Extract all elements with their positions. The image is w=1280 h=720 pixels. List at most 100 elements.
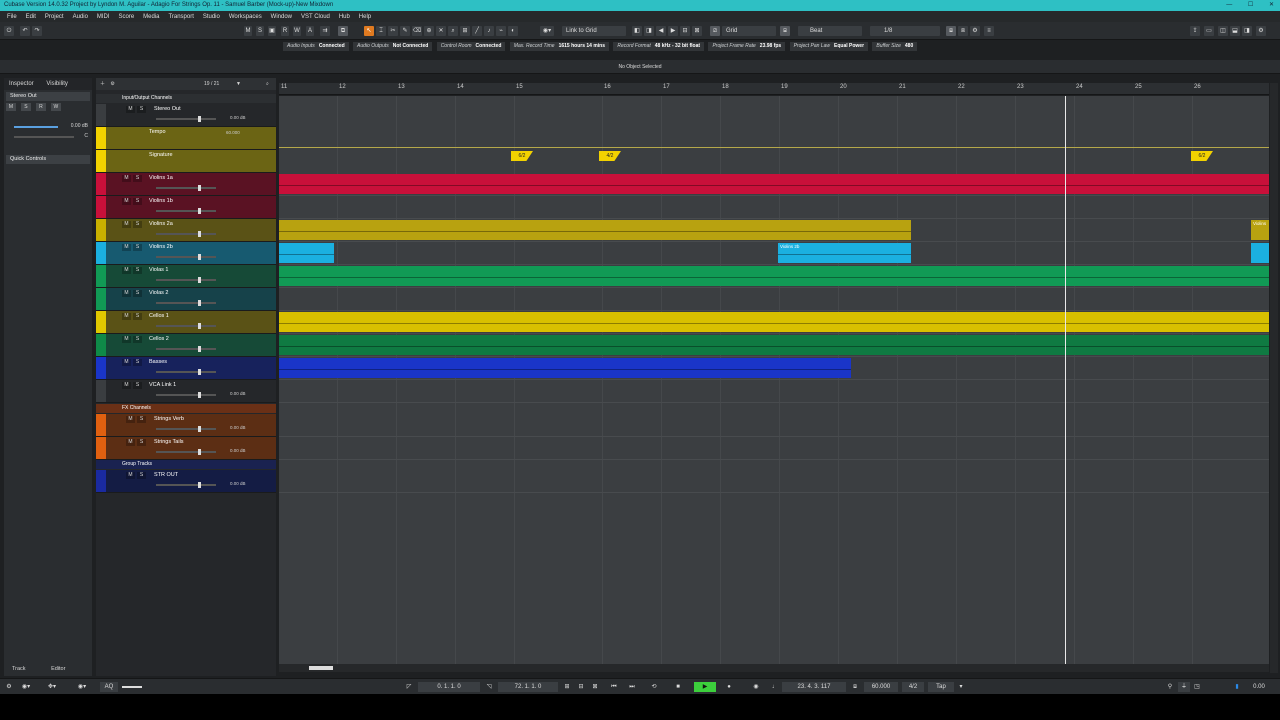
marker-icon-a[interactable]: ⊟: [680, 26, 690, 36]
solo-button[interactable]: S: [133, 198, 142, 205]
tap-tempo-button[interactable]: Tap: [928, 682, 954, 692]
maximize-icon[interactable]: ☐: [1248, 2, 1253, 8]
automation-icon[interactable]: ◉▾: [74, 682, 90, 692]
track-volume-fader[interactable]: [156, 300, 216, 306]
track-volume-fader[interactable]: [156, 254, 216, 260]
prev-icon[interactable]: ◀: [656, 26, 666, 36]
mute-button[interactable]: M: [122, 221, 131, 228]
object-select-tool-icon[interactable]: ↖: [364, 26, 374, 36]
menu-vst-cloud[interactable]: VST Cloud: [301, 14, 330, 20]
mute-button[interactable]: M: [126, 106, 135, 113]
range-tool-icon[interactable]: ⌶: [376, 26, 386, 36]
record-mode-icon[interactable]: ◉▾: [18, 682, 34, 692]
track-volume-fader[interactable]: [156, 277, 216, 283]
track-signature[interactable]: Signature: [96, 150, 276, 173]
menu-window[interactable]: Window: [271, 14, 292, 20]
track-violins-2a[interactable]: MS Violins 2a: [96, 219, 276, 242]
signature-marker[interactable]: 6/2: [1191, 151, 1213, 161]
midi-part[interactable]: [279, 243, 334, 263]
track-volume-fader[interactable]: [156, 323, 216, 329]
track-presets-icon[interactable]: ⚙: [110, 81, 114, 87]
solo-button[interactable]: S: [133, 336, 142, 343]
mute-button[interactable]: M: [122, 336, 131, 343]
project-window-event-display[interactable]: 6/2 4/2 6/2 Violins Violins 2b: [279, 96, 1269, 664]
left-zone-icon[interactable]: ◫: [1218, 26, 1228, 36]
solo-button[interactable]: S: [137, 106, 146, 113]
menu-project[interactable]: Project: [45, 14, 64, 20]
mute-button[interactable]: M: [122, 198, 131, 205]
mute-button[interactable]: M: [122, 313, 131, 320]
right-locator-icon[interactable]: ◹: [484, 682, 494, 692]
status-buffer-size[interactable]: Buffer Size 480: [872, 42, 918, 51]
output-settings-icon[interactable]: ◳: [1192, 682, 1202, 692]
midi-part[interactable]: [279, 266, 1269, 286]
quantize-icon[interactable]: ⧈: [958, 26, 968, 36]
status-frame-rate[interactable]: Project Frame Rate 23.98 fps: [708, 42, 786, 51]
menu-transport[interactable]: Transport: [168, 14, 193, 20]
solo-button[interactable]: S: [137, 416, 146, 423]
track-basses[interactable]: MS Basses: [96, 357, 276, 380]
menu-help[interactable]: Help: [359, 14, 371, 20]
fader-handle[interactable]: [198, 369, 201, 375]
signature-display[interactable]: 4/2: [902, 682, 924, 692]
mute-button[interactable]: M: [122, 244, 131, 251]
track-tempo[interactable]: Tempo 60.000: [96, 127, 276, 150]
inspector-pan-slider[interactable]: [14, 136, 74, 138]
fader-handle[interactable]: [198, 426, 201, 432]
status-audio-outputs[interactable]: Audio Outputs Not Connected: [353, 42, 433, 51]
minimize-icon[interactable]: —: [1226, 2, 1232, 8]
mute-button[interactable]: M: [122, 267, 131, 274]
go-to-end-icon[interactable]: ⏭: [626, 682, 638, 692]
automation-mode-button[interactable]: A: [306, 26, 314, 36]
solo-button[interactable]: S: [133, 359, 142, 366]
midi-part[interactable]: [279, 220, 911, 240]
comp-tool-icon[interactable]: ⊞: [460, 26, 470, 36]
left-locator-display[interactable]: 0. 1. 1. 0: [418, 682, 480, 692]
track-volume-fader[interactable]: [156, 392, 216, 398]
cycle-mode-icon[interactable]: ✥▾: [44, 682, 60, 692]
record-icon[interactable]: ●: [722, 682, 736, 692]
menu-workspaces[interactable]: Workspaces: [229, 14, 262, 20]
erase-tool-icon[interactable]: ⌫: [412, 26, 422, 36]
close-icon[interactable]: ✕: [1269, 2, 1274, 8]
mute-button[interactable]: M: [122, 290, 131, 297]
mute-all-button[interactable]: M: [244, 26, 252, 36]
fader-handle[interactable]: [198, 231, 201, 237]
solo-button[interactable]: S: [133, 267, 142, 274]
line-tool-icon[interactable]: ╱: [472, 26, 482, 36]
scrollbar-thumb[interactable]: [309, 666, 333, 670]
inspector-solo-button[interactable]: S: [20, 103, 31, 111]
listen-button[interactable]: ▣: [268, 26, 276, 36]
aq-button[interactable]: AQ: [100, 682, 118, 692]
folder-fx-channels[interactable]: FX Channels: [96, 404, 276, 413]
status-audio-inputs[interactable]: Audio Inputs Connected: [283, 42, 349, 51]
settings-icon[interactable]: ⚙: [1256, 26, 1266, 36]
input-routing-icon[interactable]: ⚲: [1164, 682, 1176, 692]
project-cursor[interactable]: [1065, 96, 1066, 664]
glue-tool-icon[interactable]: ⊕: [424, 26, 434, 36]
menu-score[interactable]: Score: [119, 14, 135, 20]
read-all-button[interactable]: R: [281, 26, 289, 36]
filter-icon[interactable]: ▼: [236, 78, 241, 90]
solo-button[interactable]: S: [137, 439, 146, 446]
solo-button[interactable]: S: [133, 244, 142, 251]
vertical-scrollbar[interactable]: [1270, 83, 1278, 673]
inspector-read-button[interactable]: R: [35, 103, 46, 111]
transport-icon-a[interactable]: ◧: [632, 26, 642, 36]
track-volume-fader[interactable]: [156, 426, 216, 432]
time-warp-icon[interactable]: ⌁: [496, 26, 506, 36]
redo-icon[interactable]: ↷: [32, 26, 42, 36]
signature-marker[interactable]: 6/2: [511, 151, 533, 161]
fader-handle[interactable]: [198, 392, 201, 398]
folder-io-channels[interactable]: Input/Output Channels: [96, 94, 276, 103]
pre-roll-icon[interactable]: ⊠: [590, 682, 600, 692]
midi-part[interactable]: [1251, 243, 1269, 263]
solo-button[interactable]: S: [133, 175, 142, 182]
fader-handle[interactable]: [198, 208, 201, 214]
zoom-tool-icon[interactable]: ⌕: [448, 26, 458, 36]
fader-handle[interactable]: [198, 482, 201, 488]
menu-studio[interactable]: Studio: [203, 14, 220, 20]
menu-file[interactable]: File: [7, 14, 17, 20]
menu-audio[interactable]: Audio: [73, 14, 88, 20]
list-icon[interactable]: ≡: [984, 26, 994, 36]
